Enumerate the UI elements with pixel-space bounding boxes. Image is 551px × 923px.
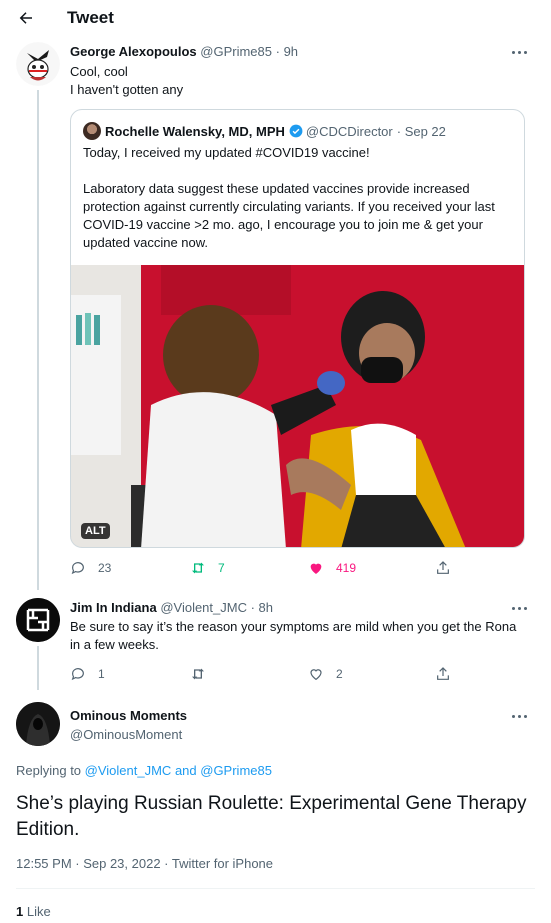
dot-icon [523,606,527,610]
alt-badge[interactable]: ALT [81,523,110,539]
dot-icon [511,606,515,610]
like-count: 419 [336,561,357,575]
quoted-tweet-author: Rochelle Walensky, MD, MPH @CDCDirector … [83,122,446,140]
avatar-logo [16,598,60,642]
author-handle[interactable]: @OminousMoment [70,727,187,742]
tweet-text: Be sure to say it’s the reason your symp… [70,619,517,652]
reply-icon [71,668,84,681]
tweet-time[interactable]: · 9h [276,44,298,59]
retweet-icon [192,668,204,680]
quoted-tweet-text: Today, I received my updated #COVID19 va… [83,145,495,250]
avatar-ominous[interactable] [16,702,60,746]
reply-mention-violent-jmc[interactable]: @Violent_JMC [85,763,172,778]
more-options-button[interactable] [507,599,531,617]
tweet-author: Ominous Moments @OminousMoment [70,708,187,742]
share-button[interactable] [435,560,463,576]
author-name[interactable]: Jim In Indiana [70,600,157,615]
avatar-illustration [16,42,60,86]
like-count: 2 [336,667,343,681]
retweet-button[interactable]: 7 [190,560,225,576]
tweet-timestamp[interactable]: 12:55 PM · Sep 23, 2022 · Twitter for iP… [16,856,273,871]
dot-icon [511,714,515,718]
dot-icon [517,714,521,718]
avatar-walensky [83,122,101,140]
avatar-george[interactable] [16,42,60,86]
heart-icon [310,563,322,574]
dot-icon [511,50,515,54]
replying-to: Replying to @Violent_JMC and @GPrime85 [16,763,272,778]
tweet-george[interactable]: George Alexopoulos @GPrime85 · 9h Cool, … [0,0,551,590]
author-name[interactable]: Ominous Moments [70,708,187,723]
more-options-button[interactable] [507,707,531,725]
quoted-author-handle: @CDCDirector [305,123,393,139]
thread-line [37,90,39,590]
tweet-text: Cool, cool I haven't gotten any [70,64,184,97]
retweet-icon [192,562,204,574]
retweet-count: 7 [218,561,225,575]
reply-count: 1 [98,667,105,681]
dot-icon [523,714,527,718]
thread-line [37,646,39,690]
heart-icon [310,669,322,681]
like-summary-label: Like [23,904,51,919]
like-button[interactable]: 2 [308,666,343,682]
retweet-button[interactable] [190,666,218,682]
reply-count: 23 [98,561,112,575]
tweet-actions: 1 2 [70,666,470,686]
avatar-jim[interactable] [16,598,60,642]
author-name[interactable]: George Alexopoulos [70,44,197,59]
quoted-tweet-time: · Sep 22 [396,123,446,139]
tweet-author: Jim In Indiana @Violent_JMC · 8h [70,600,273,615]
tweet-author: George Alexopoulos @GPrime85 · 9h [70,44,298,59]
more-options-button[interactable] [507,43,531,61]
reply-mention-gprime85[interactable]: @GPrime85 [200,763,272,778]
tweet-jim[interactable]: Jim In Indiana @Violent_JMC · 8h Be sure… [0,590,551,690]
author-handle[interactable]: @Violent_JMC [160,600,247,615]
replying-to-prefix: Replying to [16,763,85,778]
reply-mention-and: and [171,763,201,778]
tweet-actions: 23 7 419 [70,560,470,580]
focused-tweet-text: She’s playing Russian Roulette: Experime… [16,793,527,840]
author-handle[interactable]: @GPrime85 [200,44,272,59]
vaccination-photo [71,265,524,547]
dot-icon [517,606,521,610]
quoted-author-name: Rochelle Walensky, MD, MPH [105,123,285,139]
share-icon [437,667,449,680]
quoted-tweet[interactable]: Rochelle Walensky, MD, MPH @CDCDirector … [70,109,525,548]
share-button[interactable] [435,666,463,682]
like-summary[interactable]: 1 Like [16,904,51,919]
share-icon [437,561,449,574]
dot-icon [523,50,527,54]
reply-button[interactable]: 1 [70,666,105,682]
verified-icon [289,124,303,138]
avatar-figure [16,702,60,746]
reply-icon [71,562,84,575]
focused-tweet: Ominous Moments @OminousMoment [0,698,551,758]
like-button[interactable]: 419 [308,560,356,576]
divider [16,888,535,889]
tweet-photo[interactable]: ALT [71,265,524,547]
reply-button[interactable]: 23 [70,560,111,576]
dot-icon [517,50,521,54]
tweet-time[interactable]: · 8h [251,600,273,615]
